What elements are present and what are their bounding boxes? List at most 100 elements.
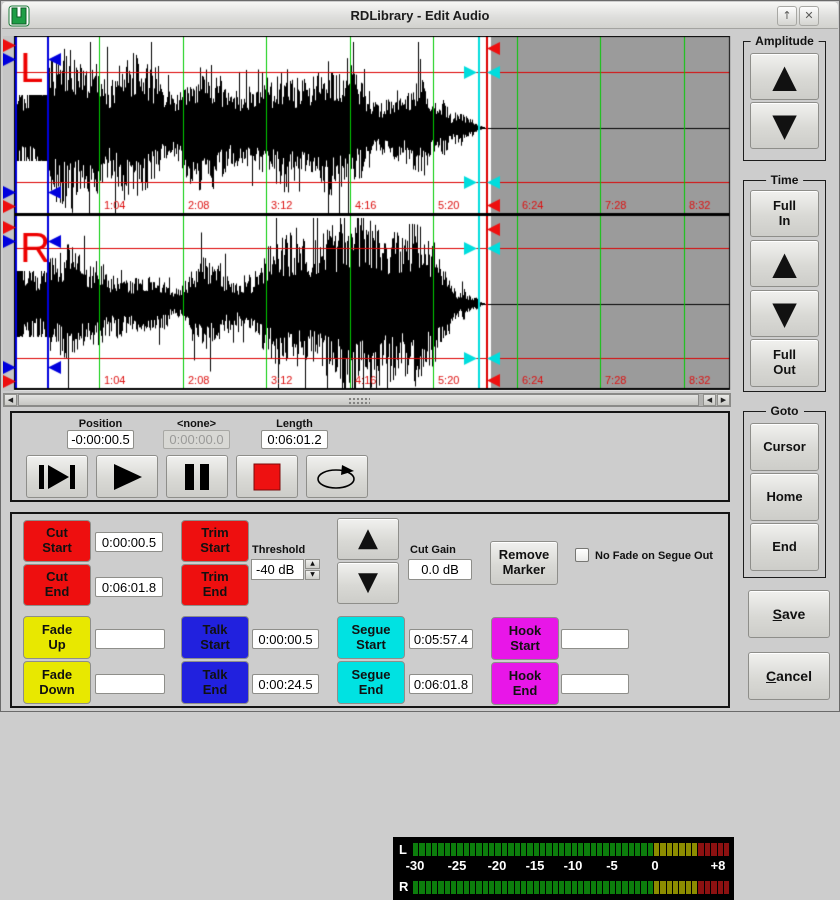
waveform-display[interactable]: [3, 36, 731, 391]
meter-segment: [419, 843, 424, 856]
meter-segment: [553, 881, 558, 894]
meter-segment: [629, 843, 634, 856]
save-button[interactable]: Save: [748, 590, 830, 638]
meter-segment: [419, 881, 424, 894]
cut-end-button[interactable]: Cut End: [23, 564, 91, 606]
goto-home-button[interactable]: Home: [750, 473, 819, 521]
cancel-button[interactable]: Cancel: [748, 652, 830, 700]
meter-scale-label: -10: [564, 858, 583, 873]
meter-segment: [508, 843, 513, 856]
threshold-spinbox[interactable]: -40 dB ▲ ▼: [251, 559, 321, 580]
play-from-start-button[interactable]: [26, 455, 88, 498]
meter-segment: [476, 843, 481, 856]
no-fade-label: No Fade on Segue Out: [595, 550, 713, 562]
no-fade-checkbox[interactable]: [575, 548, 589, 562]
hook-start-button[interactable]: Hook Start: [491, 617, 559, 660]
pause-button[interactable]: [166, 455, 228, 498]
meter-segment: [692, 881, 697, 894]
meter-segment: [597, 843, 602, 856]
meter-segment: [445, 881, 450, 894]
goto-end-button[interactable]: End: [750, 523, 819, 571]
meter-segment: [546, 881, 551, 894]
trim-start-button[interactable]: Trim Start: [181, 520, 249, 562]
full-in-button[interactable]: Full In: [750, 190, 819, 237]
meter-segment: [718, 843, 723, 856]
meter-segment: [679, 881, 684, 894]
scrollbar-forward-icon[interactable]: ▶: [717, 394, 730, 406]
fade-down-value[interactable]: [95, 674, 165, 694]
meter-segment: [603, 881, 608, 894]
meter-segment: [591, 881, 596, 894]
meter-segment: [584, 881, 589, 894]
meter-segment: [616, 843, 621, 856]
meter-segment: [502, 843, 507, 856]
scrollbar-back-icon[interactable]: ◀: [703, 394, 716, 406]
fade-up-value[interactable]: [95, 629, 165, 649]
gain-up-button[interactable]: ▲: [337, 518, 399, 560]
meter-left-bar: [413, 843, 729, 856]
meter-segment: [565, 881, 570, 894]
segue-end-button[interactable]: Segue End: [337, 661, 405, 704]
amplitude-down-icon[interactable]: ▼: [750, 102, 819, 149]
fade-up-button[interactable]: Fade Up: [23, 616, 91, 659]
threshold-spin-down-icon[interactable]: ▼: [305, 570, 320, 580]
meter-segment: [546, 843, 551, 856]
segue-end-value[interactable]: 0:06:01.8: [409, 674, 473, 694]
threshold-input[interactable]: -40 dB: [251, 559, 304, 580]
goto-cursor-button[interactable]: Cursor: [750, 423, 819, 471]
segue-start-button[interactable]: Segue Start: [337, 616, 405, 659]
talk-start-button[interactable]: Talk Start: [181, 616, 249, 659]
meter-segment: [641, 881, 646, 894]
meter-segment: [705, 843, 710, 856]
meter-segment: [432, 843, 437, 856]
meter-segment: [515, 843, 520, 856]
meter-segment: [426, 881, 431, 894]
meter-segment: [578, 881, 583, 894]
cut-end-value[interactable]: 0:06:01.8: [95, 577, 163, 597]
time-up-icon[interactable]: ▲: [750, 240, 819, 287]
scrollbar-thumb[interactable]: [18, 394, 699, 406]
meter-segment: [559, 843, 564, 856]
waveform-scrollbar[interactable]: ◀ ◀ ▶: [3, 393, 731, 407]
meter-segment: [483, 843, 488, 856]
play-button[interactable]: [96, 455, 158, 498]
cut-start-button[interactable]: Cut Start: [23, 520, 91, 562]
meter-scale-label: -30: [406, 858, 425, 873]
meter-segment: [686, 881, 691, 894]
segue-start-value[interactable]: 0:05:57.4: [409, 629, 473, 649]
meter-segment: [641, 843, 646, 856]
meter-segment: [648, 843, 653, 856]
meter-segment: [711, 881, 716, 894]
talk-end-button[interactable]: Talk End: [181, 661, 249, 704]
scrollbar-left-icon[interactable]: ◀: [4, 394, 17, 406]
meter-segment: [413, 843, 418, 856]
loop-button[interactable]: [306, 455, 368, 498]
length-label: Length: [261, 418, 328, 430]
fade-down-button[interactable]: Fade Down: [23, 661, 91, 704]
play-from-start-icon: [37, 463, 77, 491]
meter-left-label: L: [399, 842, 407, 857]
talk-end-value[interactable]: 0:00:24.5: [252, 674, 319, 694]
stop-button[interactable]: [236, 455, 298, 498]
amplitude-up-icon[interactable]: ▲: [750, 53, 819, 100]
trim-end-button[interactable]: Trim End: [181, 564, 249, 606]
cut-gain-value[interactable]: 0.0 dB: [408, 559, 472, 580]
meter-segment: [654, 843, 659, 856]
cut-start-value[interactable]: 0:00:00.5: [95, 532, 163, 552]
hook-end-value[interactable]: [561, 674, 629, 694]
talk-start-value[interactable]: 0:00:00.5: [252, 629, 319, 649]
threshold-spin-up-icon[interactable]: ▲: [305, 559, 320, 569]
remove-marker-button[interactable]: Remove Marker: [490, 541, 558, 585]
hook-end-button[interactable]: Hook End: [491, 662, 559, 705]
meter-segment: [705, 881, 710, 894]
time-down-icon[interactable]: ▼: [750, 290, 819, 337]
shade-window-icon[interactable]: ↑: [777, 6, 797, 26]
meter-segment: [648, 881, 653, 894]
meter-segment: [451, 843, 456, 856]
close-window-icon[interactable]: ✕: [799, 6, 819, 26]
full-out-button[interactable]: Full Out: [750, 339, 819, 387]
meter-segment: [616, 881, 621, 894]
meter-segment: [495, 843, 500, 856]
gain-down-button[interactable]: ▼: [337, 562, 399, 604]
hook-start-value[interactable]: [561, 629, 629, 649]
